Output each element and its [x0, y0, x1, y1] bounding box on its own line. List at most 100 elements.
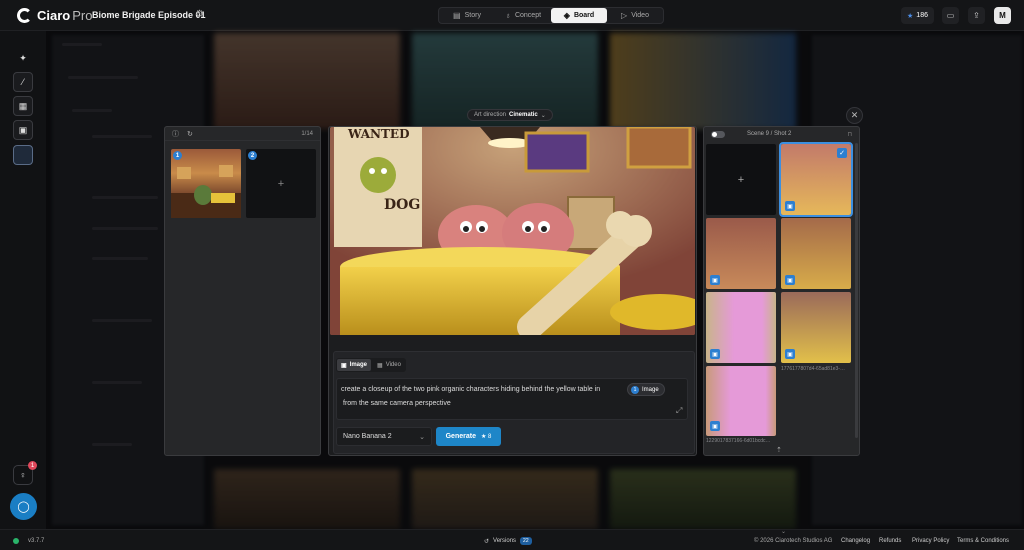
shot-thumbnail[interactable]: ▣ — [781, 218, 851, 289]
scene-illustration — [330, 127, 695, 335]
versions-label: Versions — [493, 538, 517, 544]
reset-icon[interactable]: ↻ — [187, 130, 193, 138]
folder-icon: ▭ — [946, 11, 955, 20]
mode-tab-image[interactable]: ▣ Image — [337, 359, 372, 371]
prompt-text-line-1: create a closeup of the two pink organic… — [341, 386, 601, 393]
credits-badge[interactable]: ★ 186 — [901, 7, 934, 24]
avatar[interactable]: M — [994, 7, 1011, 24]
shot-thumbnail[interactable]: ▣ — [706, 292, 776, 363]
generate-label: Generate — [445, 433, 476, 440]
image-badge-icon: ▣ — [710, 275, 720, 285]
refunds-link[interactable]: Refunds — [879, 538, 901, 544]
chip-label: Image — [642, 386, 659, 393]
chat-button[interactable]: ◯ — [10, 493, 37, 520]
privacy-policy-link[interactable]: Privacy Policy — [912, 538, 949, 544]
mode-label: Image — [349, 362, 368, 368]
expand-icon[interactable]: ⤢ — [676, 406, 682, 416]
sparkle-button[interactable]: ✦ — [13, 48, 33, 68]
generation-mode-tabs: ▣ Image ▦ Video — [336, 358, 406, 372]
versions-count: 22 — [520, 537, 532, 545]
art-direction-value: Cinematic — [509, 112, 538, 118]
tab-label: Video — [631, 12, 649, 19]
magic-wand-button[interactable]: ⁄ — [13, 72, 33, 92]
tab-label: Story — [464, 12, 481, 19]
upload-icon[interactable]: ⇡ — [776, 446, 782, 454]
film-icon: ▦ — [18, 100, 28, 111]
project-settings-icon[interactable]: ⚙ — [195, 9, 204, 20]
image-badge-icon: ▣ — [785, 275, 795, 285]
export-button[interactable]: ⇪ — [968, 7, 985, 24]
folder-button[interactable]: ▭ — [942, 7, 959, 24]
sparkle-icon: ✦ — [19, 52, 27, 63]
terms-link[interactable]: Terms & Conditions — [957, 538, 1009, 544]
reference-thumbnail-art — [171, 165, 241, 218]
prompt-text-line-2: from the same camera perspective — [343, 400, 451, 407]
bulb-icon: ♁ — [504, 11, 511, 20]
shots-scrollbar[interactable] — [855, 143, 858, 438]
art-direction-selector[interactable]: Art direction Cinematic ⌄ — [467, 109, 553, 121]
model-value: Nano Banana 2 — [343, 433, 392, 440]
mode-tab-video[interactable]: ▦ Video — [373, 359, 405, 371]
reference-panel: ⓘ ↻ 1/14 1 + 2 — [164, 126, 321, 456]
magic-wand-icon: ⁄ — [22, 77, 24, 87]
image-badge-icon: ▣ — [710, 421, 720, 431]
copyright: © 2026 Ciarotech Studios AG — [754, 538, 833, 544]
image-icon: ▣ — [18, 124, 28, 135]
close-icon: ✕ — [850, 110, 859, 120]
doc-icon: ▤ — [453, 11, 461, 20]
add-shot-button[interactable]: + — [706, 144, 776, 215]
shot-thumbnail[interactable]: ▣ — [706, 218, 776, 289]
info-icon[interactable]: ⓘ — [172, 129, 179, 139]
versions-button[interactable]: ↺ Versions 22 — [484, 537, 532, 545]
star-icon: ★ — [480, 434, 487, 440]
shots-panel-header: Scene 9 / Shot 2 ⊓ — [704, 127, 859, 141]
generate-button[interactable]: Generate ★ 8 — [436, 427, 501, 446]
lock-icon[interactable]: ⊓ — [847, 131, 852, 138]
chevron-down-icon: ⌄ — [419, 433, 425, 441]
image-reference-chip[interactable]: 1 Image — [627, 383, 665, 396]
film-button[interactable]: ▦ — [13, 96, 33, 116]
shot-thumbnail[interactable]: ▣ — [706, 366, 776, 436]
image-badge-icon: ▣ — [785, 349, 795, 359]
tab-label: Concept — [514, 12, 542, 19]
ciaro-logo-icon — [17, 8, 32, 23]
model-select[interactable]: Nano Banana 2 ⌄ — [336, 427, 432, 446]
tab-concept[interactable]: ♁ Concept — [495, 8, 551, 23]
mode-label: Video — [385, 362, 401, 368]
cost-value: 8 — [488, 434, 492, 440]
logo-suffix: Pro — [72, 8, 93, 23]
chevron-down-icon[interactable]: ⌄ — [781, 528, 786, 535]
app-root: Ciaro Pro Biome Brigade Episode 01 ⚙ ▤ St… — [0, 0, 1024, 550]
shot-thumbnail[interactable]: ▣ ✓ — [779, 142, 853, 217]
chevron-down-icon: ⌄ — [540, 112, 546, 119]
add-reference-slot[interactable]: + 2 — [246, 149, 316, 218]
shot-thumbnail[interactable]: ▣ — [781, 292, 851, 363]
poster-title: WANTED — [348, 127, 410, 141]
image-badge-icon: ▣ — [710, 349, 720, 359]
tab-story[interactable]: ▤ Story — [439, 8, 495, 23]
logo-text: Ciaro — [37, 8, 71, 23]
shot-filename: 1229017837166-6d01bcdc… — [706, 438, 771, 444]
generated-image[interactable]: WANTED DOG — [330, 127, 695, 335]
chip-number: 1 — [631, 385, 639, 394]
board-icon: ◈ — [563, 11, 570, 20]
shot-filename: 1776177807d4-65ad81e3-… — [781, 366, 845, 372]
image-button[interactable]: ▣ — [13, 120, 33, 140]
lightbulb-icon: ♀ — [19, 470, 27, 480]
rail-selected-button[interactable] — [13, 145, 33, 165]
toggle-switch[interactable] — [711, 130, 725, 138]
tab-video[interactable]: ▷ Video — [607, 8, 663, 23]
tab-board[interactable]: ◈ Board — [551, 8, 607, 23]
export-icon: ⇪ — [973, 11, 980, 20]
reference-panel-header: ⓘ ↻ 1/14 — [165, 127, 320, 141]
close-button[interactable]: ✕ — [846, 107, 863, 124]
film-icon: ▦ — [377, 362, 383, 369]
changelog-link[interactable]: Changelog — [841, 538, 870, 544]
slot-number-badge: 2 — [248, 151, 257, 160]
top-bar: Ciaro Pro Biome Brigade Episode 01 ⚙ ▤ St… — [0, 0, 1024, 31]
logo[interactable]: Ciaro Pro — [17, 8, 92, 23]
generate-cost: ★ 8 — [481, 433, 491, 440]
play-icon: ▷ — [621, 11, 628, 20]
reference-image-1[interactable]: 1 — [171, 149, 241, 218]
project-title[interactable]: Biome Brigade Episode 01 — [92, 10, 206, 20]
